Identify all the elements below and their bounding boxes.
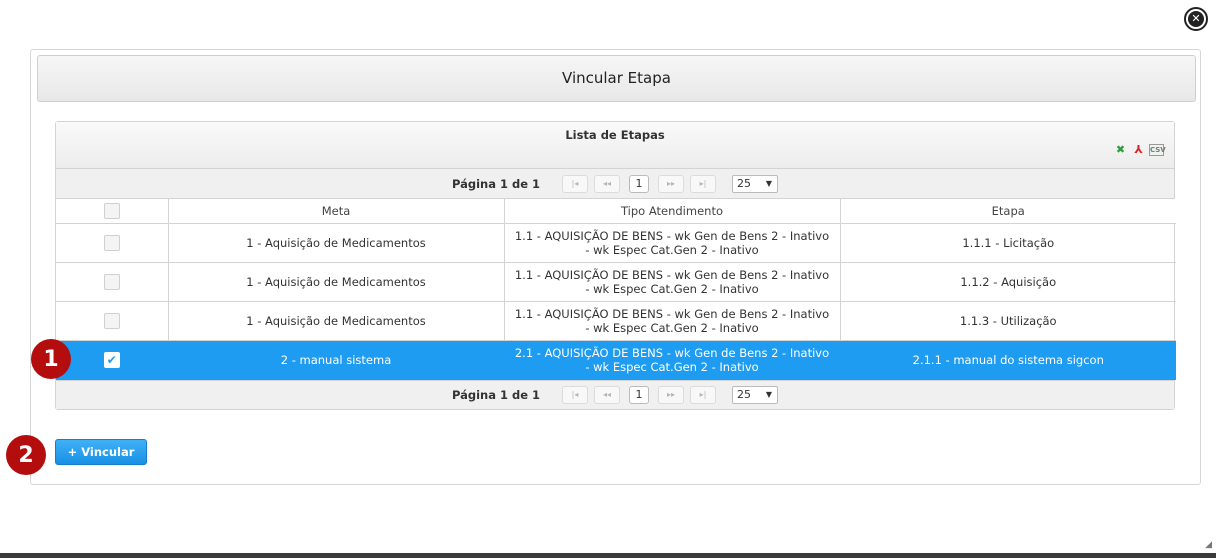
- tipo-cell: 1.1 - AQUISIÇÃO DE BENS - wk Gen de Bens…: [504, 301, 841, 341]
- column-header-etapa[interactable]: Etapa: [840, 199, 1176, 224]
- page-size-value: 25: [737, 387, 752, 401]
- tipo-cell: 1.1 - AQUISIÇÃO DE BENS - wk Gen de Bens…: [504, 262, 841, 302]
- last-page-button[interactable]: ▸|: [690, 174, 717, 193]
- bottom-border: [0, 553, 1216, 558]
- table-row[interactable]: 1 - Aquisição de Medicamentos 1.1 - AQUI…: [56, 301, 1176, 341]
- grid-caption-text: Lista de Etapas: [565, 128, 665, 142]
- page-input[interactable]: 1: [629, 174, 650, 193]
- next-page-button[interactable]: ▸▸: [658, 385, 685, 404]
- resize-grip-icon[interactable]: ◢: [1205, 540, 1212, 550]
- page-size-select[interactable]: 25 ▼: [732, 385, 779, 404]
- select-all-checkbox[interactable]: [103, 202, 120, 219]
- last-page-button[interactable]: ▸|: [690, 385, 717, 404]
- pager-top: Página 1 de 1 |◂ ◂◂ 1 ▸▸ ▸| 25 ▼: [56, 169, 1174, 199]
- next-page-button[interactable]: ▸▸: [658, 174, 685, 193]
- export-icons: ✖ ⅄ CSV: [1113, 142, 1166, 158]
- page-input[interactable]: 1: [629, 385, 650, 404]
- dialog-title: Vincular Etapa: [37, 55, 1196, 102]
- prev-page-button[interactable]: ◂◂: [594, 174, 621, 193]
- csv-icon[interactable]: CSV: [1149, 144, 1166, 156]
- pager-info: Página 1 de 1: [451, 387, 541, 402]
- table-row[interactable]: 1 - Aquisição de Medicamentos 1.1 - AQUI…: [56, 223, 1176, 263]
- table-row[interactable]: 1 - Aquisição de Medicamentos 1.1 - AQUI…: [56, 262, 1176, 302]
- row-checkbox[interactable]: [103, 273, 120, 290]
- step-marker-2: 2: [6, 435, 46, 475]
- meta-cell: 1 - Aquisição de Medicamentos: [168, 301, 505, 341]
- meta-cell: 1 - Aquisição de Medicamentos: [168, 262, 505, 302]
- etapas-table: Meta Tipo Atendimento Etapa 1 - Aquisiçã…: [56, 199, 1176, 380]
- pdf-icon[interactable]: ⅄: [1131, 142, 1146, 158]
- etapas-grid: Lista de Etapas ✖ ⅄ CSV Página 1 de 1 |◂…: [55, 121, 1176, 410]
- row-checkbox-checked[interactable]: ✔: [103, 351, 120, 368]
- tipo-cell: 1.1 - AQUISIÇÃO DE BENS - wk Gen de Bens…: [504, 223, 841, 263]
- table-header-row: Meta Tipo Atendimento Etapa: [56, 199, 1176, 224]
- etapa-cell: 1.1.2 - Aquisição: [840, 262, 1176, 302]
- tipo-cell: 2.1 - AQUISIÇÃO DE BENS - wk Gen de Bens…: [504, 340, 841, 380]
- column-header-tipo[interactable]: Tipo Atendimento: [504, 199, 841, 224]
- row-checkbox[interactable]: [103, 312, 120, 329]
- dialog: Vincular Etapa Lista de Etapas ✖ ⅄ CSV P…: [30, 49, 1201, 485]
- meta-cell: 2 - manual sistema: [168, 340, 505, 380]
- row-select-cell[interactable]: [56, 223, 169, 263]
- column-header-meta[interactable]: Meta: [168, 199, 505, 224]
- page-size-select[interactable]: 25 ▼: [732, 174, 779, 193]
- close-icon: ✕: [1188, 11, 1204, 27]
- page-size-value: 25: [737, 176, 752, 190]
- pager-bottom: Página 1 de 1 |◂ ◂◂ 1 ▸▸ ▸| 25 ▼: [56, 379, 1174, 409]
- first-page-button[interactable]: |◂: [562, 174, 589, 193]
- row-select-cell[interactable]: [56, 262, 169, 302]
- chevron-down-icon: ▼: [765, 389, 773, 399]
- prev-page-button[interactable]: ◂◂: [594, 385, 621, 404]
- etapa-cell: 1.1.3 - Utilização: [840, 301, 1176, 341]
- chevron-down-icon: ▼: [765, 178, 773, 188]
- grid-caption: Lista de Etapas ✖ ⅄ CSV: [56, 122, 1174, 169]
- excel-icon[interactable]: ✖: [1113, 142, 1128, 158]
- etapa-cell: 2.1.1 - manual do sistema sigcon: [840, 340, 1176, 380]
- row-select-cell[interactable]: ✔: [56, 340, 169, 380]
- table-row-selected[interactable]: ✔ 2 - manual sistema 2.1 - AQUISIÇÃO DE …: [56, 340, 1176, 380]
- row-checkbox[interactable]: [103, 234, 120, 251]
- vincular-button[interactable]: + Vincular: [55, 439, 147, 465]
- etapa-cell: 1.1.1 - Licitação: [840, 223, 1176, 263]
- step-marker-1: 1: [31, 339, 71, 379]
- row-select-cell[interactable]: [56, 301, 169, 341]
- first-page-button[interactable]: |◂: [562, 385, 589, 404]
- meta-cell: 1 - Aquisição de Medicamentos: [168, 223, 505, 263]
- pager-info: Página 1 de 1: [451, 176, 541, 191]
- close-dialog-button[interactable]: ✕: [1184, 7, 1208, 31]
- select-all-header[interactable]: [56, 199, 169, 224]
